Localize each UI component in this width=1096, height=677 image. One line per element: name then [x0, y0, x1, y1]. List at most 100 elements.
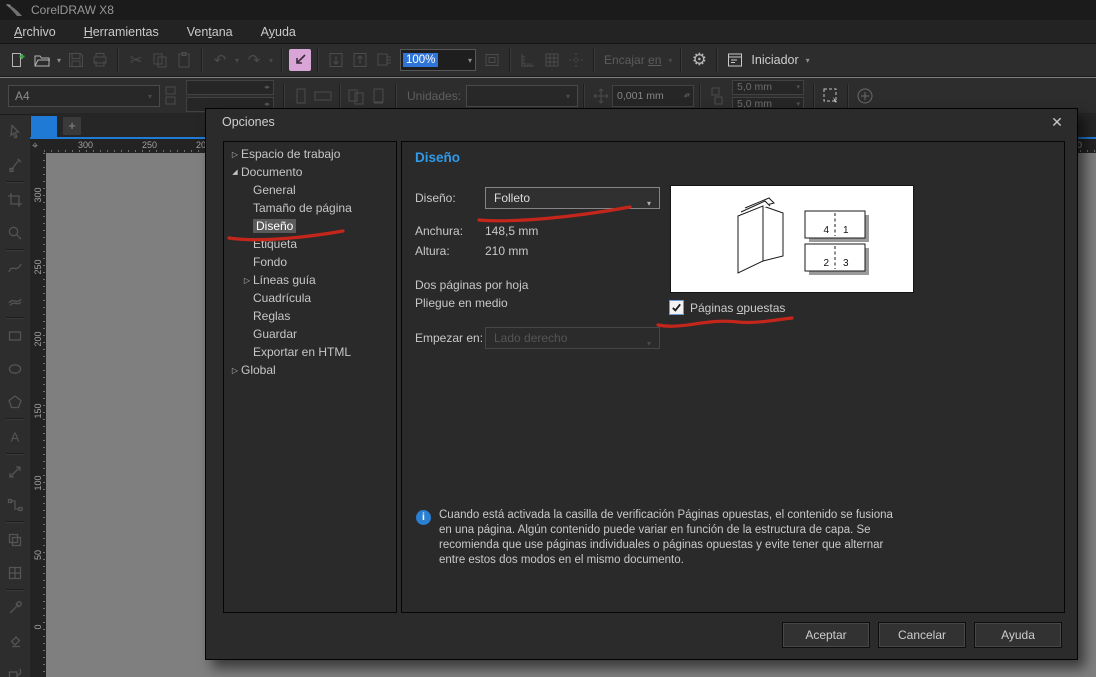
width-value: 148,5 mm: [485, 224, 538, 238]
propbar-separator: [699, 84, 701, 108]
redo-icon: ↷: [242, 48, 266, 72]
units-combo: ▾: [466, 85, 578, 107]
ruler-label: 250: [142, 140, 157, 150]
fit-to-dropdown: Encajar en: [604, 53, 661, 67]
cut-icon: ✂: [124, 48, 148, 72]
tree-item-exportar-en-html[interactable]: Exportar en HTML: [224, 343, 396, 361]
connector-tool-icon: [0, 488, 30, 521]
facing-pages-label: Páginas opuestas: [690, 301, 785, 315]
freehand-tool-icon: [0, 251, 30, 284]
copy-icon: [148, 48, 172, 72]
ruler-label: 0: [33, 616, 43, 638]
tree-item-tamano-de-pagina[interactable]: Tamaño de página: [224, 199, 396, 217]
menu-bar: Archivo Herramientas Ventana Ayuda: [0, 20, 1096, 44]
tree-item-reglas[interactable]: Reglas: [224, 307, 396, 325]
info-icon: i: [416, 510, 431, 525]
tree-item-diseno[interactable]: Diseño: [224, 217, 396, 235]
tree-item-global[interactable]: ▷Global: [224, 361, 396, 379]
pages-per-sheet-note: Dos páginas por hoja: [415, 278, 528, 292]
help-button[interactable]: Ayuda: [974, 622, 1062, 648]
menu-ventana[interactable]: Ventana: [173, 21, 247, 43]
tree-item-espacio-de-trabajo[interactable]: ▷Espacio de trabajo: [224, 145, 396, 163]
tree-item-lineas-guia[interactable]: ▷Líneas guía: [224, 271, 396, 289]
chevron-down-icon: ▾: [644, 194, 654, 214]
tree-item-documento[interactable]: ◢Documento: [224, 163, 396, 181]
start-on-select: Lado derecho ▾: [485, 327, 660, 349]
redo-dropdown-icon: ▾: [266, 56, 276, 65]
fit-to-dropdown-icon: ▾: [665, 56, 675, 65]
open-document-icon[interactable]: [30, 48, 54, 72]
cancel-button[interactable]: Cancelar: [878, 622, 966, 648]
eyedropper-tool-icon: [0, 591, 30, 624]
landscape-orientation-icon: [312, 85, 334, 107]
app-options-icon: [372, 48, 396, 72]
tree-item-guardar[interactable]: Guardar: [224, 325, 396, 343]
import-icon[interactable]: [288, 48, 312, 72]
zoom-level-value[interactable]: 100%: [403, 53, 438, 67]
booklet-preview-illustration: 4 1 2 3: [671, 186, 913, 292]
tree-item-general[interactable]: General: [224, 181, 396, 199]
transparency-tool-icon: [0, 556, 30, 589]
info-line: entre estos dos modos en el mismo docume…: [439, 553, 893, 568]
tree-item-cuadricula[interactable]: Cuadrícula: [224, 289, 396, 307]
page-tab[interactable]: [31, 116, 57, 137]
svg-text:3: 3: [843, 258, 849, 269]
new-document-icon[interactable]: [6, 48, 30, 72]
undo-icon: ↶: [208, 48, 232, 72]
fold-note: Pliegue en medio: [415, 296, 508, 310]
print-icon: [88, 48, 112, 72]
options-gear-icon[interactable]: ⚙: [687, 48, 711, 72]
treat-as-filled-icon[interactable]: [820, 85, 842, 107]
ruler-label: 200: [33, 328, 43, 350]
ruler-ticks: [43, 153, 45, 677]
accept-button[interactable]: Aceptar: [782, 622, 870, 648]
toolbar-separator: [281, 48, 283, 72]
menu-herramientas[interactable]: Herramientas: [70, 21, 173, 43]
propbar-separator: [813, 84, 815, 108]
page-size-combo: A4▾: [8, 85, 160, 107]
zoom-level-combo[interactable]: 100% ▾: [400, 49, 476, 71]
start-on-label: Empezar en:: [415, 331, 483, 345]
interactive-fill-tool-icon: [0, 624, 30, 657]
open-dropdown-icon[interactable]: ▾: [54, 56, 64, 65]
zoom-dropdown-icon[interactable]: ▾: [465, 56, 475, 65]
window-title: CorelDRAW X8: [31, 3, 114, 17]
menu-archivo[interactable]: Archivo: [0, 21, 70, 43]
nudge-icon: [590, 85, 612, 107]
chevron-right-icon: ▷: [229, 366, 241, 375]
portrait-orientation-icon: [290, 85, 312, 107]
launcher-dropdown-icon[interactable]: ▾: [803, 56, 813, 65]
rectangle-tool-icon: [0, 319, 30, 352]
height-label: Altura:: [415, 244, 450, 258]
info-note: i Cuando está activada la casilla de ver…: [416, 508, 893, 568]
standard-toolbar: ▾ ✂ ↶▾ ↷▾ 100%: [0, 44, 1096, 77]
propbar-separator: [283, 84, 285, 108]
ruler-label: 300: [33, 184, 43, 206]
svg-text:A: A: [11, 429, 20, 444]
height-value: 210 mm: [485, 244, 528, 258]
publish-pdf-icon: [348, 48, 372, 72]
svg-text:1: 1: [843, 225, 849, 236]
paste-icon: [172, 48, 196, 72]
show-rulers-icon: [516, 48, 540, 72]
launcher-label[interactable]: Iniciador: [751, 53, 798, 67]
start-on-value: Lado derecho: [494, 331, 567, 345]
menu-ayuda[interactable]: Ayuda: [247, 21, 310, 43]
layout-select[interactable]: Folleto ▾: [485, 187, 660, 209]
checkmark-icon: [671, 302, 682, 313]
export-icon: [324, 48, 348, 72]
chevron-right-icon: ▷: [229, 150, 241, 159]
dialog-title: Opciones: [222, 115, 275, 129]
tree-item-etiqueta[interactable]: Etiqueta: [224, 235, 396, 253]
options-tree: ▷Espacio de trabajo ◢Documento General T…: [223, 141, 397, 613]
launcher-icon[interactable]: [723, 48, 747, 72]
duplicate-x-field: 5,0 mm▾: [732, 80, 804, 95]
ruler-label: 300: [78, 140, 93, 150]
pick-tool-icon: [0, 115, 30, 148]
add-page-button[interactable]: +: [63, 117, 81, 135]
close-icon[interactable]: ✕: [1046, 112, 1068, 132]
facing-pages-checkbox[interactable]: [669, 300, 684, 315]
layout-preview: 4 1 2 3: [670, 185, 914, 293]
all-pages-icon: [346, 85, 368, 107]
tree-item-fondo[interactable]: Fondo: [224, 253, 396, 271]
